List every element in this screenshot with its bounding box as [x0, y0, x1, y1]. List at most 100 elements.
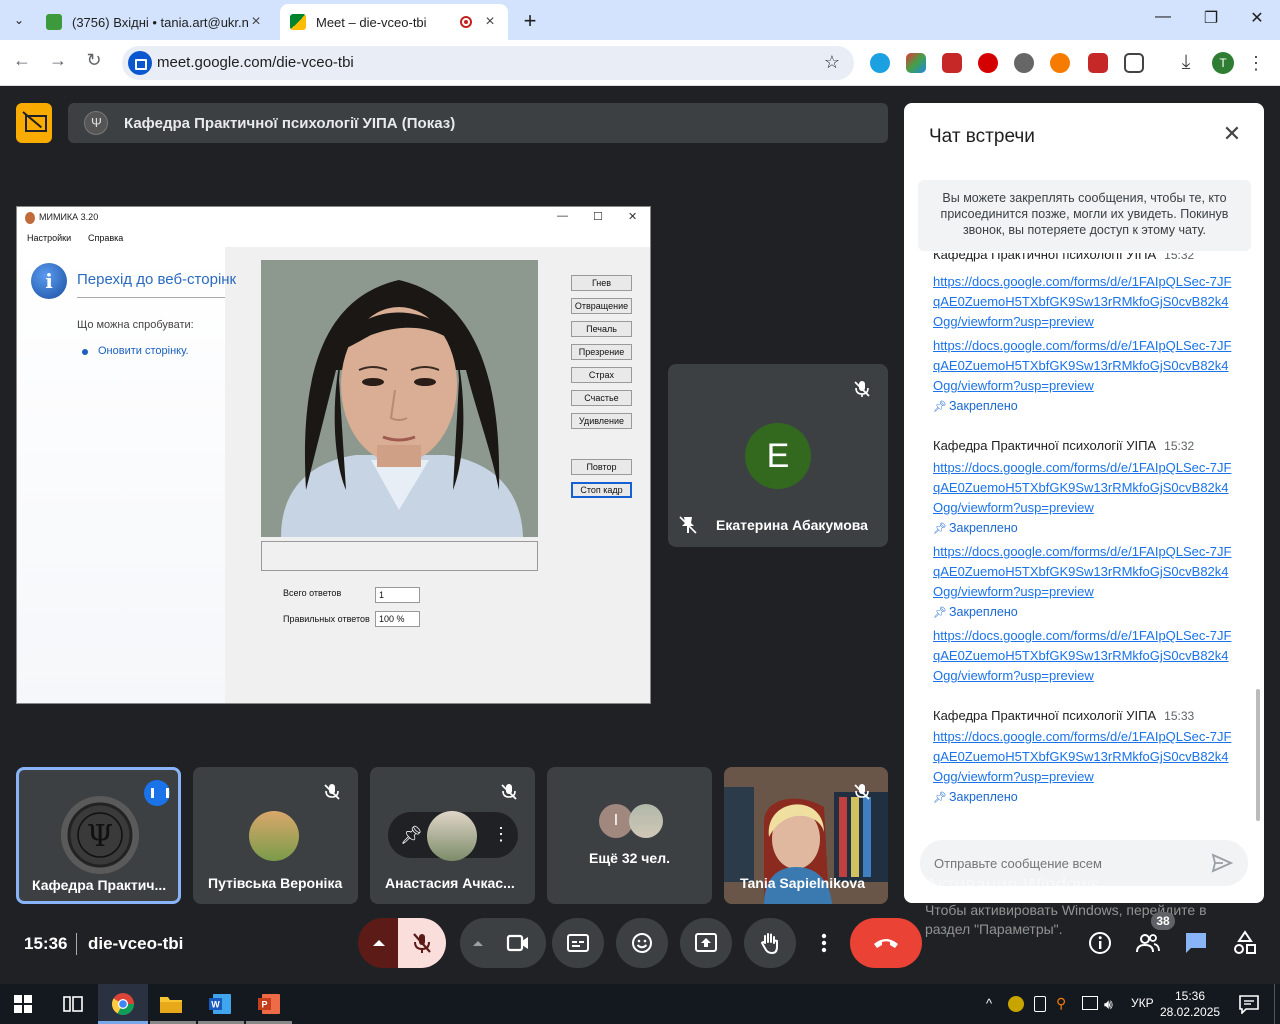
present-now-button[interactable]	[680, 918, 732, 968]
end-call-button[interactable]	[850, 918, 922, 968]
notifications-icon[interactable]	[1238, 994, 1260, 1014]
chat-message-input[interactable]	[934, 852, 1194, 874]
svg-text:Ψ: Ψ	[87, 819, 113, 854]
back-button[interactable]: ←	[10, 50, 34, 71]
pin-icon: 📌︎	[933, 607, 947, 619]
chat-scrollbar[interactable]	[1256, 689, 1260, 821]
close-icon[interactable]: ×	[248, 13, 264, 31]
participant-name: Путівська Вероніка	[208, 875, 343, 891]
chat-messages[interactable]: Кафедра Практичної психології УІПА 15:32 …	[904, 253, 1264, 819]
close-icon[interactable]: ×	[482, 13, 498, 31]
extensions-puzzle-icon[interactable]	[1124, 53, 1144, 73]
pinned-indicator[interactable]: 📌︎ Закреплено	[933, 399, 1018, 413]
search-tray-icon[interactable]: ⚲	[1056, 995, 1066, 1012]
meeting-info-icon[interactable]	[1087, 930, 1113, 956]
participant-tile-more[interactable]: I Ещё 32 чел.	[547, 767, 712, 904]
participant-tile-veronika[interactable]: Путівська Вероніка	[193, 767, 358, 904]
bullet-icon	[82, 349, 88, 355]
activation-title: Активация Windows	[925, 875, 1101, 896]
tab-ukr-net[interactable]: (3756) Вхідні • tania.art@ukr.net ×	[36, 4, 274, 40]
microphone-toggle[interactable]	[398, 918, 446, 968]
message-link[interactable]: https://docs.google.com/forms/d/e/1FAIpQ…	[933, 727, 1233, 787]
download-icon[interactable]: ⤓	[1176, 52, 1196, 73]
task-view-icon[interactable]	[60, 992, 86, 1016]
file-explorer-icon[interactable]	[158, 992, 184, 1016]
show-desktop-button[interactable]	[1274, 984, 1275, 1024]
new-tab-button[interactable]: +	[518, 8, 542, 34]
extension-icon[interactable]	[906, 53, 926, 73]
reactions-button[interactable]	[616, 918, 668, 968]
adblock-icon[interactable]	[978, 53, 998, 73]
close-window-button[interactable]: ✕	[1242, 8, 1272, 28]
participant-tile-tania[interactable]: Tania Sapielnikova	[724, 767, 888, 904]
usb-device-icon[interactable]	[1034, 996, 1046, 1012]
powerpoint-icon[interactable]: P	[256, 992, 282, 1016]
participant-tile-anastasia[interactable]: 📌︎ ⋮ Анастасия Ачкас...	[370, 767, 535, 904]
extension-icon[interactable]	[1014, 53, 1034, 73]
maximize-button[interactable]: ❐	[1196, 8, 1226, 28]
people-count-badge: 38	[1151, 912, 1175, 930]
minimize-button[interactable]: —	[1148, 8, 1178, 26]
tab-search-button[interactable]: ⌄	[6, 8, 32, 32]
chevron-up-icon[interactable]	[470, 935, 486, 951]
raise-hand-button[interactable]	[744, 918, 796, 968]
participant-tile[interactable]: E Екатерина Абакумова	[668, 364, 888, 547]
captions-button[interactable]	[552, 918, 604, 968]
camera-control[interactable]	[460, 918, 546, 968]
message-link[interactable]: https://docs.google.com/forms/d/e/1FAIpQ…	[933, 336, 1233, 396]
camera-icon[interactable]	[506, 932, 530, 954]
reload-link: Оновити сторінку.	[98, 345, 189, 357]
menu-kebab-icon[interactable]: ⋮	[1246, 53, 1266, 73]
shared-window-title: МИМИКА 3.20	[39, 212, 99, 222]
tray-app-icon[interactable]	[1008, 996, 1024, 1012]
message-link[interactable]: https://docs.google.com/forms/d/e/1FAIpQ…	[933, 458, 1233, 518]
chrome-icon[interactable]	[110, 992, 136, 1016]
network-icon[interactable]	[1082, 996, 1098, 1010]
reload-button[interactable]: ↻	[82, 50, 106, 71]
pinned-indicator[interactable]: 📌︎ Закреплено	[933, 605, 1018, 619]
tray-chevron-icon[interactable]: ^	[986, 996, 992, 1011]
message-link[interactable]: https://docs.google.com/forms/d/e/1FAIpQ…	[933, 626, 1233, 686]
extension-icon[interactable]	[1050, 53, 1070, 73]
pinned-indicator[interactable]: 📌︎ Закреплено	[933, 790, 1018, 804]
activities-icon[interactable]	[1232, 930, 1258, 956]
pin-icon[interactable]	[678, 515, 698, 535]
participant-avatar: Ψ	[61, 796, 139, 874]
more-options-icon[interactable]: ⋮	[492, 824, 510, 845]
participant-avatar	[427, 811, 477, 861]
message-link[interactable]: https://docs.google.com/forms/d/e/1FAIpQ…	[933, 542, 1233, 602]
svg-text:P: P	[261, 1000, 267, 1010]
system-clock[interactable]: 15:36 28.02.2025	[1160, 988, 1220, 1020]
forward-button[interactable]: →	[46, 50, 70, 71]
people-icon[interactable]	[1135, 930, 1161, 956]
mail-checker-icon[interactable]	[1088, 53, 1108, 73]
word-icon[interactable]: W	[207, 992, 233, 1016]
close-icon: ✕	[628, 211, 638, 223]
pinned-indicator[interactable]: 📌︎ Закреплено	[933, 521, 1018, 535]
language-indicator[interactable]: УКР	[1131, 996, 1154, 1010]
windows-start-icon[interactable]	[14, 995, 32, 1013]
divider	[77, 297, 225, 298]
close-chat-button[interactable]: ✕	[1218, 121, 1246, 147]
presentation-icon[interactable]	[16, 103, 52, 143]
hang-up-icon	[874, 939, 898, 948]
extension-icon[interactable]	[870, 53, 890, 73]
message-link[interactable]: https://docs.google.com/forms/d/e/1FAIpQ…	[933, 272, 1233, 332]
chat-icon[interactable]	[1183, 930, 1209, 956]
shared-screen: МИМИКА 3.20 — ☐ ✕ Настройки Справка i Пе…	[16, 206, 651, 704]
tab-meet[interactable]: Meet – die-vceo-tbi ×	[280, 4, 508, 40]
send-icon[interactable]	[1211, 852, 1233, 874]
mic-off-icon	[324, 784, 340, 800]
participant-tile-kafedra[interactable]: Ψ Кафедра Практич...	[16, 767, 181, 904]
site-info-icon[interactable]	[128, 51, 152, 75]
pin-icon[interactable]: 📌︎	[400, 825, 423, 846]
audio-options-button[interactable]	[358, 918, 400, 968]
volume-icon[interactable]: 🔊︎	[1104, 996, 1113, 1013]
extension-icon[interactable]	[942, 53, 962, 73]
svg-text:W: W	[211, 1000, 220, 1010]
address-bar[interactable]: meet.google.com/die-vceo-tbi ☆	[122, 46, 854, 80]
bookmark-star-icon[interactable]: ☆	[824, 52, 840, 73]
profile-avatar[interactable]: T	[1212, 52, 1234, 74]
more-options-button[interactable]	[808, 918, 840, 968]
meeting-code[interactable]: die-vceo-tbi	[88, 934, 183, 954]
